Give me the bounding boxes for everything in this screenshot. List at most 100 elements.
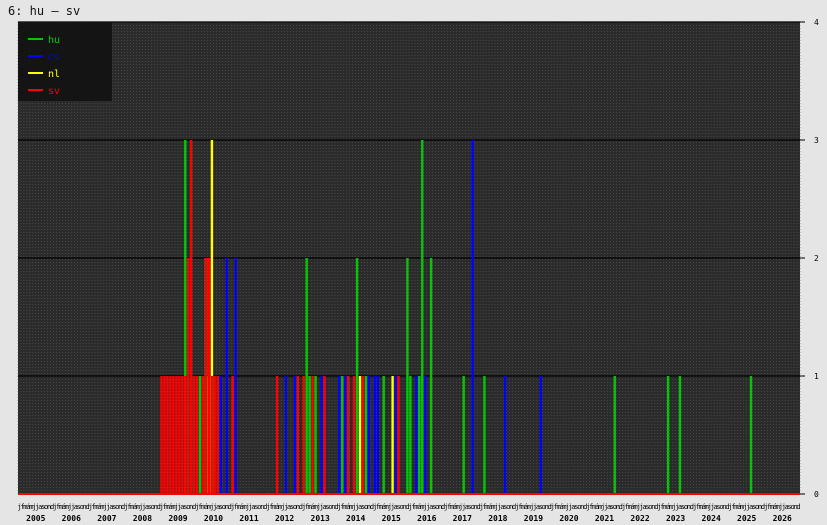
bar-hu (364, 376, 368, 494)
bar-cs (320, 376, 323, 494)
bar-sv (302, 376, 305, 494)
bar-sv (361, 376, 365, 494)
bar-cs (424, 376, 427, 494)
year-label: 2018 (488, 514, 507, 523)
chart: 01234jfmámjjasondjfmámjjasondjfmámjjason… (17, 18, 819, 523)
bar-hu (418, 376, 421, 494)
bar-cs (503, 376, 507, 494)
bar-sv (195, 376, 199, 494)
year-label: 2016 (417, 514, 436, 523)
bar-cs (284, 376, 288, 494)
bar-sv (213, 376, 217, 494)
bar-cs (225, 258, 228, 494)
bar-sv (172, 376, 175, 494)
year-label: 2010 (204, 514, 223, 523)
year-label: 2006 (62, 514, 81, 523)
bar-sv (166, 376, 169, 494)
bar-sv (204, 258, 208, 494)
bar-sv (352, 376, 356, 494)
year-label: 2015 (382, 514, 401, 523)
year-label: 2012 (275, 514, 294, 523)
year-label: 2023 (666, 514, 685, 523)
bar-sv (181, 376, 184, 494)
bar-sv (192, 376, 196, 494)
bar-hu (305, 258, 308, 494)
bar-cs (373, 376, 377, 494)
bar-cs (293, 376, 297, 494)
bar-sv (311, 376, 314, 494)
bar-hu (341, 376, 344, 494)
y-tick-label: 1 (814, 372, 819, 381)
y-tick-label: 4 (814, 18, 819, 27)
bar-sv (190, 140, 193, 494)
bar-hu (429, 258, 433, 494)
bar-hu (355, 258, 359, 494)
bar-sv (216, 376, 220, 494)
bar-hu (421, 140, 424, 494)
year-label: 2021 (595, 514, 614, 523)
bar-hu (678, 376, 682, 494)
bar-cs (344, 376, 347, 494)
year-label: 2017 (453, 514, 472, 523)
bar-cs (539, 376, 542, 494)
y-tick-label: 2 (814, 254, 819, 263)
bar-cs (234, 258, 237, 494)
y-tick-label: 0 (814, 490, 819, 499)
year-label: 2013 (311, 514, 330, 523)
bar-sv (275, 376, 279, 494)
year-label: 2024 (702, 514, 721, 523)
bar-nl (358, 376, 362, 494)
bar-sv (201, 376, 205, 494)
bar-cs (219, 376, 222, 494)
year-label: 2007 (97, 514, 116, 523)
bar-cs (338, 376, 341, 494)
bar-sv (178, 376, 181, 494)
bar-cs (471, 140, 474, 494)
bar-sv (397, 376, 400, 494)
year-label: 2011 (239, 514, 258, 523)
bar-hu (198, 376, 202, 494)
bar-nl (391, 376, 394, 494)
year-label: 2020 (559, 514, 578, 523)
bar-sv (210, 376, 214, 494)
bar-hu (483, 376, 486, 494)
bar-hu (462, 376, 465, 494)
year-label: 2026 (773, 514, 792, 523)
year-label: 2014 (346, 514, 365, 523)
bar-sv (207, 258, 211, 494)
legend-label-sv: sv (48, 86, 60, 97)
legend-label-nl: nl (48, 69, 60, 80)
year-label: 2008 (133, 514, 152, 523)
year-label: 2009 (168, 514, 187, 523)
bar-sv (175, 376, 178, 494)
bar-sv (231, 376, 234, 494)
bar-hu (406, 258, 409, 494)
bar-hu (749, 376, 753, 494)
bar-hu (613, 376, 616, 494)
y-tick-label: 3 (814, 136, 819, 145)
year-label: 2025 (737, 514, 756, 523)
bar-hu (314, 376, 317, 494)
bar-hu (308, 376, 311, 494)
bar-hu (382, 376, 385, 494)
year-label: 2019 (524, 514, 543, 523)
legend-label-hu: hu (48, 35, 60, 46)
bar-cs (376, 376, 379, 494)
year-label: 2005 (26, 514, 45, 523)
bar-cs (367, 376, 371, 494)
bar-sv (163, 376, 166, 494)
bar-cs (415, 376, 418, 494)
bar-sv (160, 376, 163, 494)
bar-cs (394, 376, 397, 494)
year-label: 2022 (630, 514, 649, 523)
month-label: d (796, 503, 800, 511)
bar-sv (323, 376, 326, 494)
bar-hu (409, 376, 412, 494)
bar-sv (184, 376, 187, 494)
bar-sv (169, 376, 172, 494)
legend-label-cs: cs (48, 52, 60, 63)
bar-hu (666, 376, 670, 494)
bar-sv (346, 376, 350, 494)
bar-sv (187, 258, 190, 494)
bar-sv (296, 376, 300, 494)
